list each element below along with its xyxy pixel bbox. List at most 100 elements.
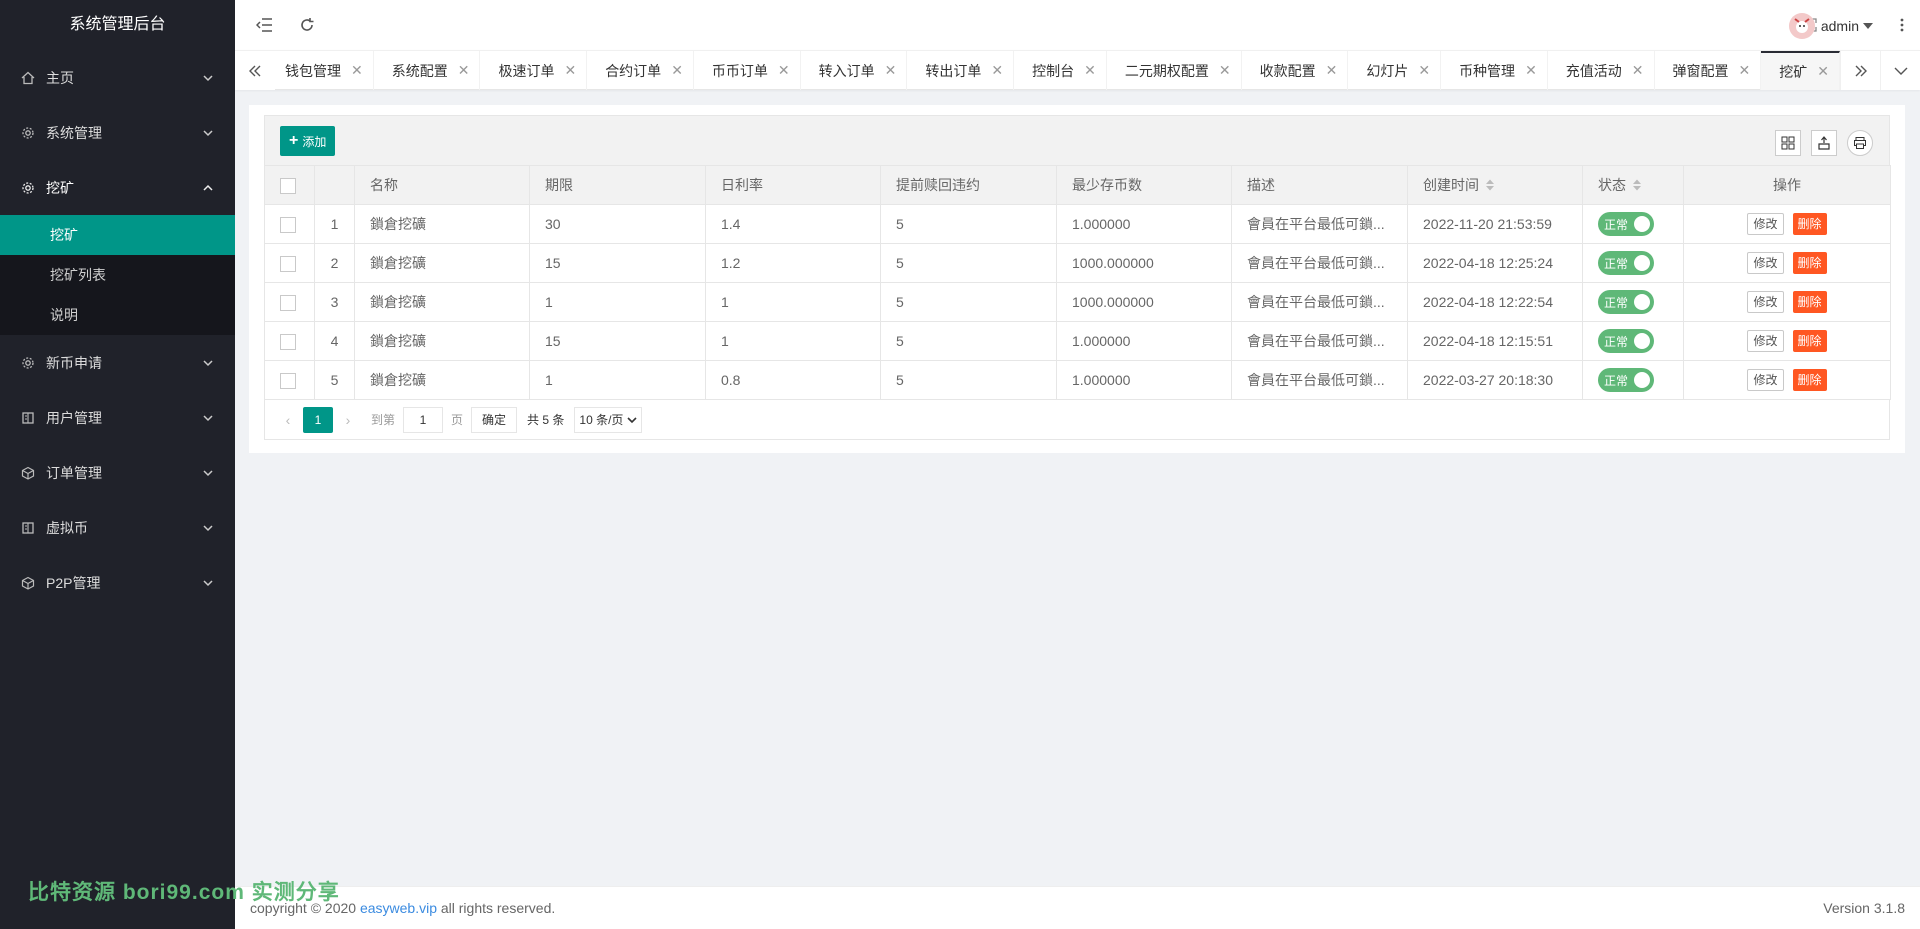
tab-label: 系统配置 bbox=[391, 62, 448, 79]
cell-index: 1 bbox=[314, 204, 355, 244]
status-toggle-label: 正常 bbox=[1604, 334, 1629, 349]
select-all-checkbox[interactable] bbox=[280, 177, 296, 194]
cell-desc: 會員在平台最低可鎖... bbox=[1231, 282, 1408, 322]
page-size-select[interactable]: 10 条/页 bbox=[574, 406, 643, 433]
edit-button[interactable]: 修改 bbox=[1747, 369, 1784, 391]
column-header-name: 名称 bbox=[354, 165, 530, 205]
status-toggle[interactable]: 正常 bbox=[1598, 212, 1654, 236]
close-icon[interactable]: ✕ bbox=[1632, 62, 1644, 79]
sidebar-subitem-description[interactable]: 说明 bbox=[0, 295, 235, 335]
close-icon[interactable]: ✕ bbox=[1525, 62, 1537, 79]
close-icon[interactable]: ✕ bbox=[1739, 62, 1751, 79]
goto-page-input[interactable] bbox=[403, 406, 444, 433]
cell-min: 1.000000 bbox=[1056, 204, 1232, 244]
edit-button[interactable]: 修改 bbox=[1747, 330, 1784, 352]
close-icon[interactable]: ✕ bbox=[991, 62, 1003, 79]
status-toggle[interactable]: 正常 bbox=[1598, 290, 1654, 314]
close-icon[interactable]: ✕ bbox=[778, 62, 790, 79]
collapse-menu-icon[interactable] bbox=[253, 13, 277, 37]
tab-item[interactable]: 币种管理 ✕ bbox=[1441, 51, 1548, 90]
close-icon[interactable]: ✕ bbox=[1084, 62, 1096, 79]
edit-button[interactable]: 修改 bbox=[1747, 291, 1784, 313]
next-page-icon[interactable]: › bbox=[333, 412, 363, 428]
row-checkbox[interactable] bbox=[280, 216, 296, 233]
sidebar-item-home[interactable]: 主页 bbox=[0, 50, 235, 105]
status-toggle[interactable]: 正常 bbox=[1598, 329, 1654, 353]
status-toggle-label: 正常 bbox=[1604, 217, 1629, 232]
sidebar-subitem-mining[interactable]: 挖矿 bbox=[0, 215, 235, 255]
prev-page-icon[interactable]: ‹ bbox=[273, 412, 303, 428]
row-checkbox[interactable] bbox=[280, 372, 296, 389]
cell-select bbox=[264, 204, 315, 244]
add-button[interactable]: + 添加 bbox=[280, 126, 336, 156]
refresh-icon[interactable] bbox=[295, 13, 319, 37]
delete-button[interactable]: 删除 bbox=[1792, 213, 1827, 235]
row-checkbox[interactable] bbox=[280, 255, 296, 272]
row-checkbox[interactable] bbox=[280, 333, 296, 350]
sidebar-item-mining[interactable]: 挖矿 bbox=[0, 160, 235, 215]
tab-item[interactable]: 幻灯片 ✕ bbox=[1348, 51, 1442, 90]
close-icon[interactable]: ✕ bbox=[1418, 62, 1430, 79]
sort-icon[interactable] bbox=[1632, 178, 1642, 195]
tab-item[interactable]: 控制台 ✕ bbox=[1014, 51, 1107, 90]
chevron-down-icon bbox=[627, 416, 637, 423]
columns-filter-icon[interactable] bbox=[1775, 130, 1801, 156]
column-header-status[interactable]: 状态 bbox=[1582, 165, 1684, 205]
tab-item[interactable]: 极速订单 ✕ bbox=[480, 51, 588, 90]
print-icon[interactable] bbox=[1847, 130, 1873, 156]
sidebar-item-system[interactable]: 系统管理 bbox=[0, 105, 235, 160]
tab-item[interactable]: 转出订单 ✕ bbox=[907, 51, 1015, 90]
status-toggle[interactable]: 正常 bbox=[1598, 251, 1654, 275]
close-icon[interactable]: ✕ bbox=[1817, 63, 1829, 80]
sort-icon[interactable] bbox=[1485, 178, 1495, 195]
tab-item[interactable]: 系统配置 ✕ bbox=[374, 51, 481, 90]
tab-item[interactable]: 币币订单 ✕ bbox=[694, 51, 801, 90]
close-icon[interactable]: ✕ bbox=[351, 62, 363, 79]
edit-button[interactable]: 修改 bbox=[1747, 213, 1784, 235]
tab-scroll-right-icon[interactable] bbox=[1840, 51, 1880, 90]
cell-min: 1.000000 bbox=[1056, 321, 1232, 361]
tab-menu-chevron-down-icon[interactable] bbox=[1880, 51, 1920, 90]
cell-actions: 修改 删除 bbox=[1683, 204, 1891, 244]
close-icon[interactable]: ✕ bbox=[671, 62, 683, 79]
status-toggle[interactable]: 正常 bbox=[1598, 368, 1654, 392]
tab-item[interactable]: 转入订单 ✕ bbox=[801, 51, 908, 90]
more-vertical-icon[interactable] bbox=[1890, 13, 1914, 37]
sidebar: 系统管理后台 主页 系统管理 挖矿 挖矿 挖矿列表 说明 新币申请 用户管理 订… bbox=[0, 0, 235, 929]
export-icon[interactable] bbox=[1811, 130, 1837, 156]
tab-bar: 管理✕钱包管理✕系统配置✕极速订单✕合约订单✕币币订单✕转入订单✕转出订单✕控制… bbox=[235, 50, 1920, 90]
sidebar-subitem-mining-list[interactable]: 挖矿列表 bbox=[0, 255, 235, 295]
delete-button[interactable]: 删除 bbox=[1792, 369, 1827, 391]
tab-item[interactable]: 收款配置 ✕ bbox=[1242, 51, 1349, 90]
tab-item[interactable]: 钱包管理 ✕ bbox=[275, 51, 374, 90]
tab-item[interactable]: 充值活动 ✕ bbox=[1548, 51, 1655, 90]
sidebar-item-new-coin[interactable]: 新币申请 bbox=[0, 335, 235, 390]
close-icon[interactable]: ✕ bbox=[1326, 62, 1338, 79]
close-icon[interactable]: ✕ bbox=[458, 62, 470, 79]
delete-button[interactable]: 删除 bbox=[1792, 291, 1827, 313]
edit-button[interactable]: 修改 bbox=[1747, 252, 1784, 274]
tab-item[interactable]: 弹窗配置 ✕ bbox=[1655, 51, 1762, 90]
user-menu[interactable]: admin bbox=[1788, 13, 1873, 39]
row-checkbox[interactable] bbox=[280, 294, 296, 311]
tab-item[interactable]: 合约订单 ✕ bbox=[587, 51, 694, 90]
column-header-created[interactable]: 创建时间 bbox=[1407, 165, 1583, 205]
delete-button[interactable]: 删除 bbox=[1792, 252, 1827, 274]
sidebar-item-virtual-coin[interactable]: 虚拟币 bbox=[0, 500, 235, 555]
page-current[interactable]: 1 bbox=[303, 406, 333, 433]
sidebar-item-users[interactable]: 用户管理 bbox=[0, 390, 235, 445]
box-icon bbox=[20, 575, 36, 591]
delete-button[interactable]: 删除 bbox=[1792, 330, 1827, 352]
goto-confirm-button[interactable]: 确定 bbox=[471, 406, 518, 433]
sidebar-item-orders[interactable]: 订单管理 bbox=[0, 445, 235, 500]
tab-item[interactable]: 二元期权配置 ✕ bbox=[1107, 51, 1242, 90]
sidebar-item-p2p[interactable]: P2P管理 bbox=[0, 555, 235, 610]
header: admin bbox=[235, 0, 1920, 50]
tab-item[interactable]: 挖矿 ✕ bbox=[1761, 51, 1840, 90]
close-icon[interactable]: ✕ bbox=[1219, 62, 1231, 79]
footer-link[interactable]: easyweb.vip bbox=[360, 900, 437, 916]
close-icon[interactable]: ✕ bbox=[885, 62, 897, 79]
sidebar-item-label: 用户管理 bbox=[46, 409, 102, 426]
tab-scroll-left-icon[interactable] bbox=[235, 51, 275, 90]
close-icon[interactable]: ✕ bbox=[564, 62, 576, 79]
